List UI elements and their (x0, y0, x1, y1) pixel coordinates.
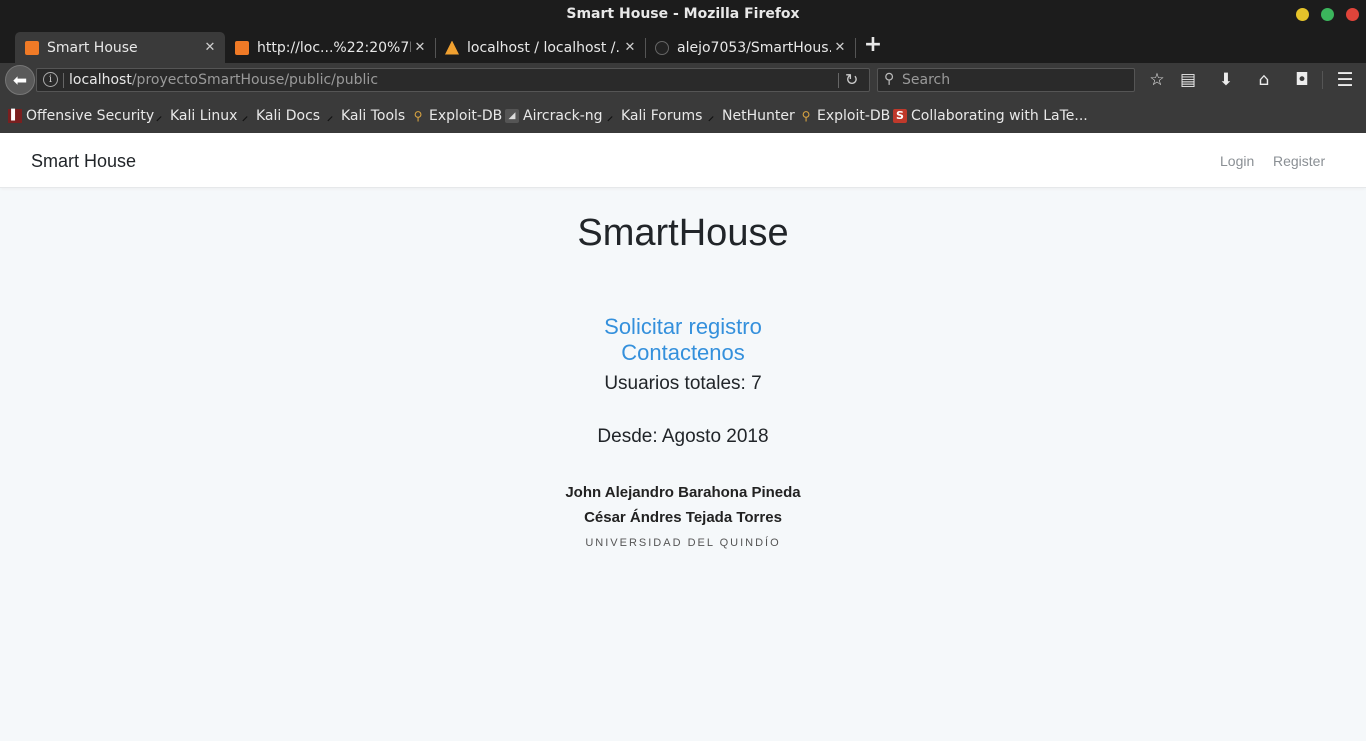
kali-dragon-icon: ⸝ (606, 109, 613, 123)
kali-dragon-icon: ⸝ (326, 109, 333, 123)
login-link[interactable]: Login (1220, 153, 1254, 169)
bookmark-label: Kali Linux (170, 108, 238, 124)
minimize-button[interactable] (1296, 8, 1309, 21)
kali-dragon-icon: ⸝ (155, 109, 162, 123)
bookmark-label: Kali Docs (256, 108, 321, 124)
search-icon: ⚲ (884, 71, 895, 87)
download-icon[interactable]: ⬇ (1215, 69, 1237, 91)
university-name: UNIVERSIDAD DEL QUINDÍO (585, 537, 781, 549)
phpmyadmin-icon (445, 40, 459, 55)
bookmark-label: Exploit-DB (429, 108, 503, 124)
url-text[interactable]: localhost/proyectoSmartHouse/public/publ… (69, 72, 378, 88)
bookmark-exploit-db[interactable]: ⚲ Exploit-DB (411, 107, 503, 125)
author-name: César Ándres Tejada Torres (584, 509, 782, 526)
bookmark-label: Offensive Security (26, 108, 155, 124)
register-link[interactable]: Register (1273, 153, 1325, 169)
bookmark-aircrack-ng[interactable]: ◢ Aircrack-ng (505, 107, 603, 125)
home-icon[interactable]: ⌂ (1253, 69, 1275, 91)
back-arrow-icon[interactable]: ⬅ (5, 65, 35, 95)
bookmark-label: Collaborating with LaTe... (911, 108, 1088, 124)
bookmark-kali-tools[interactable]: ⸝ Kali Tools (323, 107, 405, 125)
since-date-text: Desde: Agosto 2018 (597, 426, 769, 447)
tab-label: alejo7053/SmartHous... (677, 39, 831, 56)
tab-localhost-json[interactable]: http://loc...%22:20%7D] ✕ (225, 32, 435, 63)
info-icon[interactable]: i (43, 72, 58, 87)
hamburger-menu-icon[interactable]: ☰ (1334, 69, 1356, 91)
total-users-text: Usuarios totales: 7 (604, 373, 762, 394)
bookmark-label: Exploit-DB (817, 108, 891, 124)
pocket-icon[interactable]: ◘ (1291, 69, 1313, 91)
bookmark-label: Kali Forums (621, 108, 703, 124)
toolbar-divider (1322, 71, 1323, 89)
window-titlebar: Smart House - Mozilla Firefox (0, 0, 1366, 30)
offsec-icon: ▌ (8, 109, 22, 123)
site-navbar: Smart House Login Register (0, 133, 1366, 188)
site-brand[interactable]: Smart House (31, 151, 136, 172)
aircrack-icon: ◢ (505, 109, 519, 123)
bookmark-sharelatex[interactable]: S Collaborating with LaTe... (893, 107, 1088, 125)
close-tab-icon[interactable]: ✕ (831, 40, 849, 55)
bookmarks-toolbar: ▌ Offensive Security ⸝ Kali Linux ⸝ Kali… (0, 97, 1366, 133)
bookmark-exploit-db-2[interactable]: ⚲ Exploit-DB (799, 107, 891, 125)
bookmarks-library-icon[interactable]: ▤ (1177, 69, 1199, 91)
exploitdb-icon: ⚲ (801, 109, 811, 123)
bookmark-kali-forums[interactable]: ⸝ Kali Forums (603, 107, 702, 125)
tab-label: Smart House (47, 39, 138, 56)
request-registration-link[interactable]: Solicitar registro (0, 314, 1366, 340)
tab-strip: Smart House ✕ http://loc...%22:20%7D] ✕ … (0, 30, 1366, 63)
github-icon (655, 40, 669, 55)
search-bar[interactable]: ⚲ (877, 68, 1135, 92)
close-tab-icon[interactable]: ✕ (621, 40, 639, 55)
bookmark-label: Aircrack-ng (523, 108, 603, 124)
bookmark-label: NetHunter (722, 108, 795, 124)
contact-link[interactable]: Contactenos (0, 340, 1366, 366)
tab-github[interactable]: alejo7053/SmartHous... ✕ (645, 32, 855, 63)
urlbar-divider (63, 73, 64, 88)
bookmark-star-icon[interactable]: ☆ (1146, 69, 1168, 91)
tab-divider (855, 38, 856, 58)
window-title: Smart House - Mozilla Firefox (566, 6, 800, 22)
maximize-button[interactable] (1321, 8, 1334, 21)
xampp-icon (25, 40, 39, 55)
url-path: /proyectoSmartHouse/public/public (131, 72, 379, 88)
navigation-toolbar: ⬅ i localhost/proyectoSmartHouse/public/… (0, 63, 1366, 97)
page-title: SmartHouse (577, 212, 789, 254)
tab-label: localhost / localhost /... (467, 39, 621, 56)
bookmark-kali-docs[interactable]: ⸝ Kali Docs (238, 107, 320, 125)
tab-phpmyadmin[interactable]: localhost / localhost /... ✕ (435, 32, 645, 63)
xampp-icon (235, 40, 249, 55)
kali-dragon-icon: ⸝ (707, 109, 714, 123)
author-name: John Alejandro Barahona Pineda (565, 484, 801, 501)
bookmark-offensive-security[interactable]: ▌ Offensive Security (8, 107, 154, 125)
kali-dragon-icon: ⸝ (241, 109, 248, 123)
reload-icon[interactable]: ↻ (845, 70, 858, 89)
address-bar[interactable]: i localhost/proyectoSmartHouse/public/pu… (36, 68, 870, 92)
close-tab-icon[interactable]: ✕ (201, 40, 219, 55)
exploitdb-icon: ⚲ (413, 109, 423, 123)
new-tab-plus-icon[interactable]: + (862, 34, 884, 56)
sharelatex-icon: S (893, 109, 907, 123)
bookmark-label: Kali Tools (341, 108, 406, 124)
urlbar-divider (838, 73, 839, 88)
tab-label: http://loc...%22:20%7D] (257, 39, 411, 56)
tab-smart-house[interactable]: Smart House ✕ (15, 32, 225, 63)
bookmark-nethunter[interactable]: ⸝ NetHunter (704, 107, 795, 125)
url-host: localhost (69, 72, 132, 88)
close-window-button[interactable] (1346, 8, 1359, 21)
close-tab-icon[interactable]: ✕ (411, 40, 429, 55)
search-input[interactable] (902, 71, 1127, 89)
bookmark-kali-linux[interactable]: ⸝ Kali Linux (152, 107, 237, 125)
